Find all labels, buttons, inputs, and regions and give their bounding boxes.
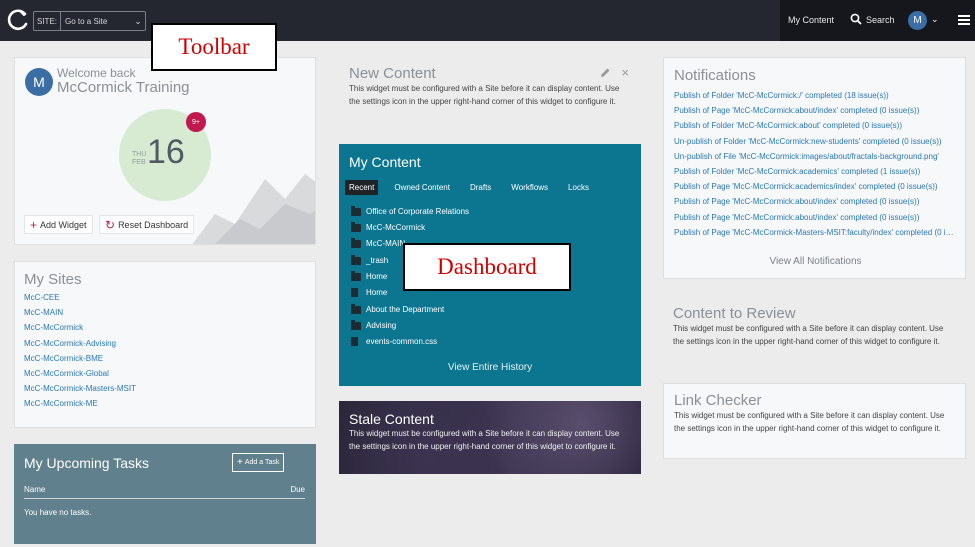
close-icon[interactable]: × [621,66,629,79]
site-link[interactable]: McC-McCormick [24,323,306,338]
search-icon[interactable] [850,13,862,25]
my-content-link[interactable]: My Content [788,15,834,25]
content-item[interactable]: McC-MAIN [351,237,405,248]
add-widget-button[interactable]: + Add Widget [24,215,93,234]
widget-title: Notifications [674,67,756,84]
notification-item[interactable]: Publish of Page 'McC-McCormick:academics… [674,182,956,197]
tab-locks[interactable]: Locks [564,180,593,195]
notification-item[interactable]: Publish of Folder 'McC-McCormick:/' comp… [674,91,956,106]
notification-badge[interactable]: 9+ [186,112,206,132]
add-task-button[interactable]: + Add a Task [232,453,285,472]
stale-content-widget: Stale Content This widget must be config… [339,401,641,474]
notifications-widget: Notifications Publish of Folder 'McC-McC… [663,57,966,279]
reset-dashboard-button[interactable]: ↻ Reset Dashboard [99,215,195,234]
widget-description: This widget must be configured with a Si… [349,84,620,106]
folder-icon [351,270,361,281]
view-history-link[interactable]: View Entire History [339,362,641,373]
user-avatar: M [25,68,53,96]
tab-recent[interactable]: Recent [345,180,379,195]
plus-icon: + [30,217,38,232]
widget-title: Stale Content [349,411,434,427]
view-all-notifications-link[interactable]: View All Notifications [664,256,967,267]
chevron-down-icon[interactable]: ⌄ [931,14,939,25]
upcoming-tasks-widget: My Upcoming Tasks + Add a Task Name Due Y… [14,444,316,544]
refresh-icon: ↻ [105,217,116,232]
site-selector-value: Go to a Site [65,16,108,26]
hamburger-menu-icon[interactable] [958,15,970,25]
widget-description: This widget must be configured with a Si… [674,411,945,433]
date-number: 16 [147,133,185,171]
folder-icon [351,205,361,216]
content-to-review-widget: Content to Review This widget must be co… [663,297,966,369]
widget-description: This widget must be configured with a Si… [673,324,944,346]
folder-icon [351,221,361,232]
widget-title: My Content [349,154,421,170]
site-selector[interactable]: SITE: Go to a Site ⌄ [33,11,146,31]
site-selector-label: SITE: [34,12,62,30]
my-sites-widget: My Sites McC-CEE McC-MAIN McC-McCormick … [14,261,316,428]
search-link[interactable]: Search [866,15,895,25]
site-link[interactable]: McC-McCormick-Advising [24,339,306,354]
tab-drafts[interactable]: Drafts [466,180,495,195]
empty-tasks-message: You have no tasks. [24,508,92,517]
top-toolbar: SITE: Go to a Site ⌄ My Content Search M… [0,0,975,41]
site-link[interactable]: McC-CEE [24,293,306,308]
content-item[interactable]: Advising [351,319,396,330]
widget-description: This widget must be configured with a Si… [349,429,620,451]
site-list: McC-CEE McC-MAIN McC-McCormick McC-McCor… [24,293,306,415]
content-item[interactable]: Office of Corporate Relations [351,205,469,216]
notification-item[interactable]: Publish of Page 'McC-McCormick:about/ind… [674,213,956,228]
site-link[interactable]: McC-McCormick-Global [24,369,306,384]
tasks-table-header: Name Due [24,485,305,499]
welcome-widget: M Welcome back McCormick Training THU FEB… [14,57,316,245]
user-avatar[interactable]: M [908,11,927,30]
chevron-down-icon: ⌄ [134,15,142,26]
widget-title: Content to Review [673,305,796,322]
cascade-logo-icon[interactable] [7,9,29,31]
new-content-widget: New Content This widget must be configur… [339,57,641,135]
dashboard-callout-label: Dashboard [403,243,571,291]
folder-icon [351,254,361,265]
notification-item[interactable]: Un-publish of File 'McC-McCormick:images… [674,152,956,167]
content-item[interactable]: About the Department [351,303,444,314]
content-item[interactable]: _trash [351,254,388,265]
column-name: Name [24,485,46,494]
content-item[interactable]: events-common.css [351,337,437,346]
notification-list: Publish of Folder 'McC-McCormick:/' comp… [674,91,956,243]
widget-title: My Sites [24,271,82,288]
user-name: McCormick Training [57,79,190,96]
site-link[interactable]: McC-MAIN [24,308,306,323]
folder-icon [351,303,361,314]
widget-title: My Upcoming Tasks [24,455,150,471]
notification-item[interactable]: Publish of Page 'McC-McCormick:about/ind… [674,106,956,121]
toolbar-callout-label: Toolbar [151,23,277,71]
tab-owned-content[interactable]: Owned Content [390,180,454,195]
folder-icon [351,237,361,248]
notification-item[interactable]: Publish of Page 'McC-McCormick:about/ind… [674,197,956,212]
date-weekday-month: THU FEB [132,151,147,166]
site-link[interactable]: McC-McCormick-Masters-MSIT [24,384,306,399]
widget-title: Link Checker [674,392,762,409]
widget-title: New Content [349,65,436,82]
welcome-greeting: Welcome back [57,66,136,80]
content-item[interactable]: Home [351,270,387,281]
plus-icon: + [237,457,243,468]
notification-item[interactable]: Publish of Folder 'McC-McCormick:about' … [674,121,956,136]
content-tabs: Recent Owned Content Drafts Workflows Lo… [345,180,605,195]
file-icon [351,337,358,346]
site-link[interactable]: McC-McCormick-BME [24,354,306,369]
site-link[interactable]: McC-McCormick-ME [24,399,306,414]
content-item[interactable]: Home [351,288,387,297]
notification-item[interactable]: Publish of Page 'McC-McCormick-Masters-M… [674,228,956,243]
folder-icon [351,319,361,330]
tab-workflows[interactable]: Workflows [507,180,552,195]
content-item[interactable]: McC-McCormick [351,221,425,232]
notification-item[interactable]: Publish of Folder 'McC-McCormick:academi… [674,167,956,182]
pencil-icon[interactable] [600,67,611,78]
column-due: Due [290,485,305,494]
page-icon [351,288,358,297]
notification-item[interactable]: Un-publish of Folder 'McC-McCormick:new-… [674,137,956,152]
link-checker-widget: Link Checker This widget must be configu… [663,383,966,459]
